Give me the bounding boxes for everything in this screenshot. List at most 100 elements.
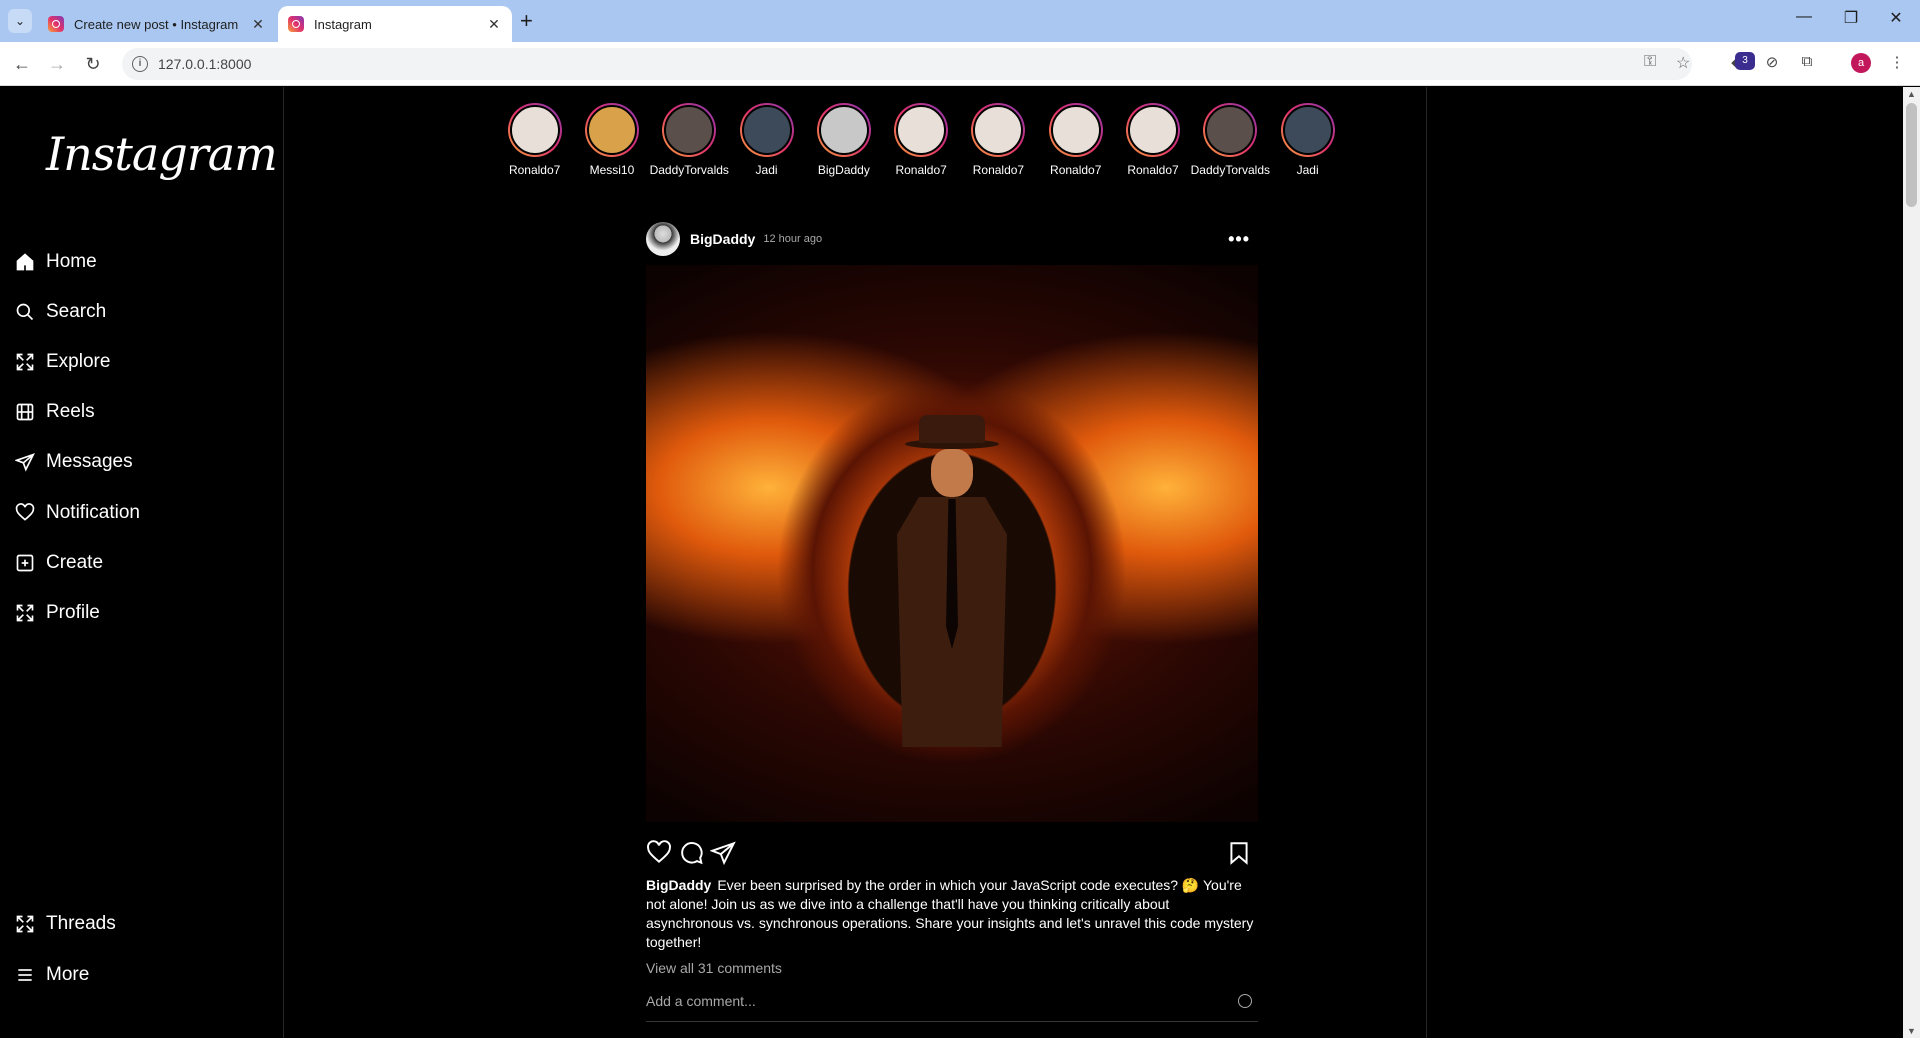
story-item[interactable]: Ronaldo7	[960, 103, 1037, 177]
post-header: BigDaddy 12 hour ago •••	[646, 221, 1258, 257]
browser-profile-avatar[interactable]: a	[1851, 53, 1871, 73]
scroll-up-icon[interactable]: ▲	[1907, 89, 1916, 99]
save-button[interactable]	[1226, 840, 1252, 866]
extensions-puzzle-icon[interactable]: ⧉	[1797, 53, 1817, 73]
nav-more[interactable]: More	[14, 960, 89, 990]
nav-search[interactable]: Search	[14, 297, 106, 327]
browser-tab[interactable]: Create new post • Instagram ✕	[38, 6, 276, 42]
nav-create[interactable]: Create	[14, 548, 103, 578]
nav-label: More	[46, 964, 90, 985]
avatar[interactable]	[646, 222, 680, 256]
story-item[interactable]: DaddyTorvalds	[1191, 103, 1270, 177]
instagram-favicon-icon	[288, 16, 304, 32]
profile-icon	[14, 602, 36, 624]
story-name: Jadi	[1296, 163, 1319, 177]
nav-home[interactable]: Home	[14, 247, 97, 277]
chevron-down-icon: ⌄	[14, 14, 26, 28]
caption-username[interactable]: BigDaddy	[646, 877, 711, 893]
address-bar[interactable]: i 127.0.0.1:8000 ⚿ ☆	[122, 48, 1692, 80]
instagram-app: Instagram Home Search Explore Reels Mess…	[0, 87, 1920, 1038]
minimize-button[interactable]: —	[1784, 8, 1824, 26]
scroll-down-icon[interactable]: ▼	[1907, 1026, 1916, 1036]
post-image-figure	[897, 415, 1007, 747]
search-icon	[14, 301, 36, 323]
browser-tab-active[interactable]: Instagram ✕	[278, 6, 512, 42]
nav-threads[interactable]: Threads	[14, 909, 116, 939]
view-comments-link[interactable]: View all 31 comments	[646, 960, 1258, 976]
back-button[interactable]: ←	[9, 51, 35, 77]
threads-icon	[14, 913, 36, 935]
browser-tab-bar: ⌄ Create new post • Instagram ✕ Instagra…	[0, 0, 1920, 42]
nav-label: Explore	[46, 351, 111, 372]
tab-search-button[interactable]: ⌄	[8, 9, 32, 33]
story-avatar	[818, 105, 869, 155]
new-tab-button[interactable]: +	[520, 8, 533, 34]
like-button[interactable]	[646, 840, 672, 866]
bookmark-star-icon[interactable]: ☆	[1676, 53, 1690, 73]
feed-post: BigDaddy 12 hour ago ••• BigDaddy Ever be…	[646, 221, 1258, 1022]
story-item[interactable]: Ronaldo7	[496, 103, 573, 177]
story-name: Ronaldo7	[895, 163, 947, 177]
tab-title: Create new post • Instagram	[74, 16, 239, 32]
restore-button[interactable]: ❐	[1831, 8, 1871, 28]
story-item[interactable]: Jadi	[1269, 103, 1346, 177]
forward-button[interactable]: →	[44, 51, 70, 77]
instagram-favicon-icon	[48, 16, 64, 32]
nav-notification[interactable]: Notification	[14, 498, 140, 528]
nav-label: Threads	[46, 913, 116, 934]
nav-label: Create	[46, 552, 104, 573]
story-avatar	[664, 105, 715, 155]
nav-profile[interactable]: Profile	[14, 598, 100, 628]
nav-label: Home	[46, 251, 97, 272]
extension-2-icon[interactable]: ⊘	[1762, 53, 1782, 73]
story-item[interactable]: Ronaldo7	[1037, 103, 1114, 177]
story-name: Ronaldo7	[1050, 163, 1102, 177]
heart-icon	[14, 502, 36, 524]
heart-icon	[647, 840, 671, 863]
tab-close-icon[interactable]: ✕	[486, 16, 502, 33]
story-name: BigDaddy	[817, 163, 870, 177]
story-item[interactable]: DaddyTorvalds	[649, 103, 729, 177]
nav-label: Reels	[46, 401, 95, 422]
story-item[interactable]: Jadi	[728, 103, 805, 177]
nav-label: Search	[46, 301, 107, 322]
emoji-icon[interactable]	[1238, 993, 1252, 1008]
story-name: Ronaldo7	[972, 163, 1025, 177]
tab-close-icon[interactable]: ✕	[250, 16, 266, 33]
browser-menu-icon[interactable]: ⋮	[1887, 53, 1907, 73]
feed-divider	[1426, 87, 1427, 1038]
url-text: 127.0.0.1:8000	[158, 56, 252, 72]
site-info-icon[interactable]: i	[132, 56, 148, 72]
post-image[interactable]	[646, 265, 1258, 822]
story-name: DaddyTorvalds	[649, 163, 729, 177]
story-avatar	[741, 105, 792, 155]
story-name: Jadi	[755, 163, 778, 177]
reload-button[interactable]: ↻	[80, 51, 106, 77]
browser-toolbar: ← → ↻ i 127.0.0.1:8000 ⚿ ☆ ◆ ⊘ ⧉ ⋮	[0, 42, 1920, 86]
story-avatar	[1282, 105, 1333, 155]
story-item[interactable]: Ronaldo7	[882, 103, 959, 177]
story-item[interactable]: Messi10	[573, 103, 650, 177]
nav-label: Notification	[46, 502, 140, 523]
post-caption: BigDaddy Ever been surprised by the order…	[646, 876, 1258, 952]
instagram-logo[interactable]: Instagram	[46, 127, 278, 181]
story-item[interactable]: BigDaddy	[805, 103, 882, 177]
nav-explore[interactable]: Explore	[14, 347, 110, 377]
share-icon	[710, 841, 736, 866]
comment-input[interactable]	[646, 992, 1238, 1009]
post-more-button[interactable]: •••	[1228, 229, 1250, 250]
nav-messages[interactable]: Messages	[14, 447, 133, 477]
sidebar: Instagram Home Search Explore Reels Mess…	[0, 87, 284, 1038]
story-name: Messi10	[589, 163, 635, 177]
comment-button[interactable]	[678, 840, 704, 866]
story-item[interactable]: Ronaldo7	[1114, 103, 1191, 177]
password-key-icon[interactable]: ⚿	[1644, 53, 1656, 71]
story-avatar	[973, 105, 1024, 155]
post-actions	[646, 830, 1258, 876]
close-window-button[interactable]: ✕	[1876, 8, 1916, 28]
share-button[interactable]	[710, 840, 736, 866]
nav-reels[interactable]: Reels	[14, 397, 95, 427]
scrollbar-thumb[interactable]	[1906, 103, 1917, 207]
post-username[interactable]: BigDaddy	[690, 231, 755, 247]
page-scrollbar[interactable]: ▲ ▼	[1903, 87, 1920, 1038]
